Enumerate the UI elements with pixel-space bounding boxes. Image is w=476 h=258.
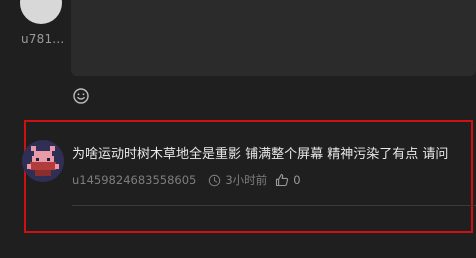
clock-icon bbox=[209, 174, 221, 186]
username[interactable]: u781... bbox=[21, 32, 64, 46]
emoji-icon bbox=[73, 88, 89, 104]
thumbs-up-icon[interactable] bbox=[275, 173, 289, 187]
divider bbox=[72, 205, 476, 206]
pixel-avatar-icon bbox=[22, 140, 64, 182]
comment-avatar[interactable] bbox=[22, 140, 64, 182]
comment-time: 3小时前 bbox=[225, 173, 268, 187]
avatar[interactable] bbox=[20, 0, 62, 24]
like-count: 0 bbox=[293, 173, 301, 187]
comment-input[interactable] bbox=[71, 0, 476, 76]
comment-author[interactable]: u1459824683558605 bbox=[72, 173, 196, 187]
comment-meta: u1459824683558605 3小时前 0 bbox=[72, 172, 301, 188]
emoji-button[interactable] bbox=[72, 87, 90, 105]
comment-section: u781... 为啥运动时树木草地全是重影 铺满整个屏幕 精神污染了有点 请问 bbox=[0, 0, 476, 258]
comment-text: 为啥运动时树木草地全是重影 铺满整个屏幕 精神污染了有点 请问 bbox=[72, 147, 449, 162]
